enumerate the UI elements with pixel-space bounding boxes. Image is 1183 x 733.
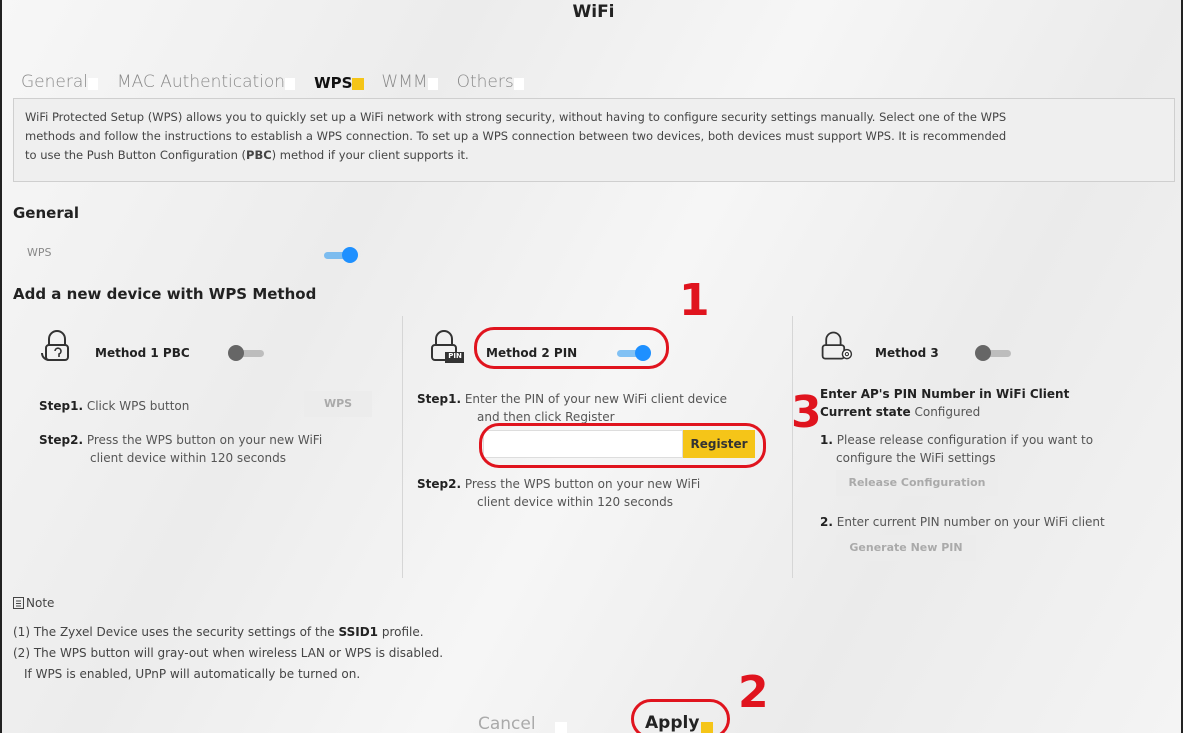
generate-new-pin-button[interactable]: Generate New PIN (836, 535, 976, 561)
current-state: Current state Configured (820, 405, 981, 419)
tab-bar: General MAC Authentication WPS WMM Other… (21, 72, 543, 92)
general-heading: General (13, 204, 79, 222)
cancel-button[interactable]: Cancel (478, 714, 536, 733)
column-divider (402, 316, 403, 578)
method3-item1: 1. Please release configuration if you w… (820, 433, 1094, 465)
wps-label: WPS (27, 246, 52, 259)
callout-outline-register (479, 423, 766, 468)
method3-label: Method 3 (875, 346, 939, 360)
page-title: WiFi (572, 2, 615, 22)
callout-outline-apply (631, 699, 730, 733)
pbc-lock-icon (41, 330, 69, 361)
note-body: (1) The Zyxel Device uses the security s… (13, 625, 444, 681)
wps-description: WiFi Protected Setup (WPS) allows you to… (13, 98, 1175, 182)
release-configuration-button[interactable]: Release Configuration (836, 470, 998, 496)
callout-outline-method2 (474, 327, 669, 369)
wps-push-button[interactable]: WPS (304, 391, 372, 417)
pin-badge: PIN (448, 352, 462, 360)
wps-toggle[interactable] (324, 247, 358, 263)
method1-step2: Step2. Press the WPS button on your new … (39, 433, 323, 465)
wifi-settings-page: WiFi General MAC Authentication WPS WMM … (0, 0, 1183, 733)
method1-toggle[interactable] (228, 345, 264, 361)
tab-wps[interactable]: WPS (314, 72, 365, 92)
tab-general[interactable]: General (21, 72, 98, 92)
note-icon (13, 597, 24, 609)
tab-wmm[interactable]: WMM (381, 72, 438, 92)
method2-step2: Step2. Press the WPS button on your new … (417, 477, 701, 509)
add-device-heading: Add a new device with WPS Method (13, 285, 317, 303)
method3-item2: 2. Enter current PIN number on your WiFi… (820, 515, 1105, 529)
method1-step1: Step1. Click WPS button (39, 399, 190, 413)
callout-number-2: 2 (738, 667, 769, 718)
method2-step1: Step1. Enter the PIN of your new WiFi cl… (417, 392, 728, 424)
tab-others[interactable]: Others (457, 72, 524, 92)
callout-number-1: 1 (679, 275, 710, 326)
cancel-accent (555, 722, 567, 733)
method3-toggle[interactable] (975, 345, 1011, 361)
note-title: Note (26, 596, 55, 610)
method1-label: Method 1 PBC (95, 346, 190, 360)
callout-number-3: 3 (791, 387, 822, 438)
tab-mac-authentication[interactable]: MAC Authentication (117, 72, 296, 92)
method3-heading: Enter AP's PIN Number in WiFi Client (820, 387, 1070, 401)
column-divider (792, 316, 793, 578)
ap-pin-lock-icon (821, 331, 853, 360)
